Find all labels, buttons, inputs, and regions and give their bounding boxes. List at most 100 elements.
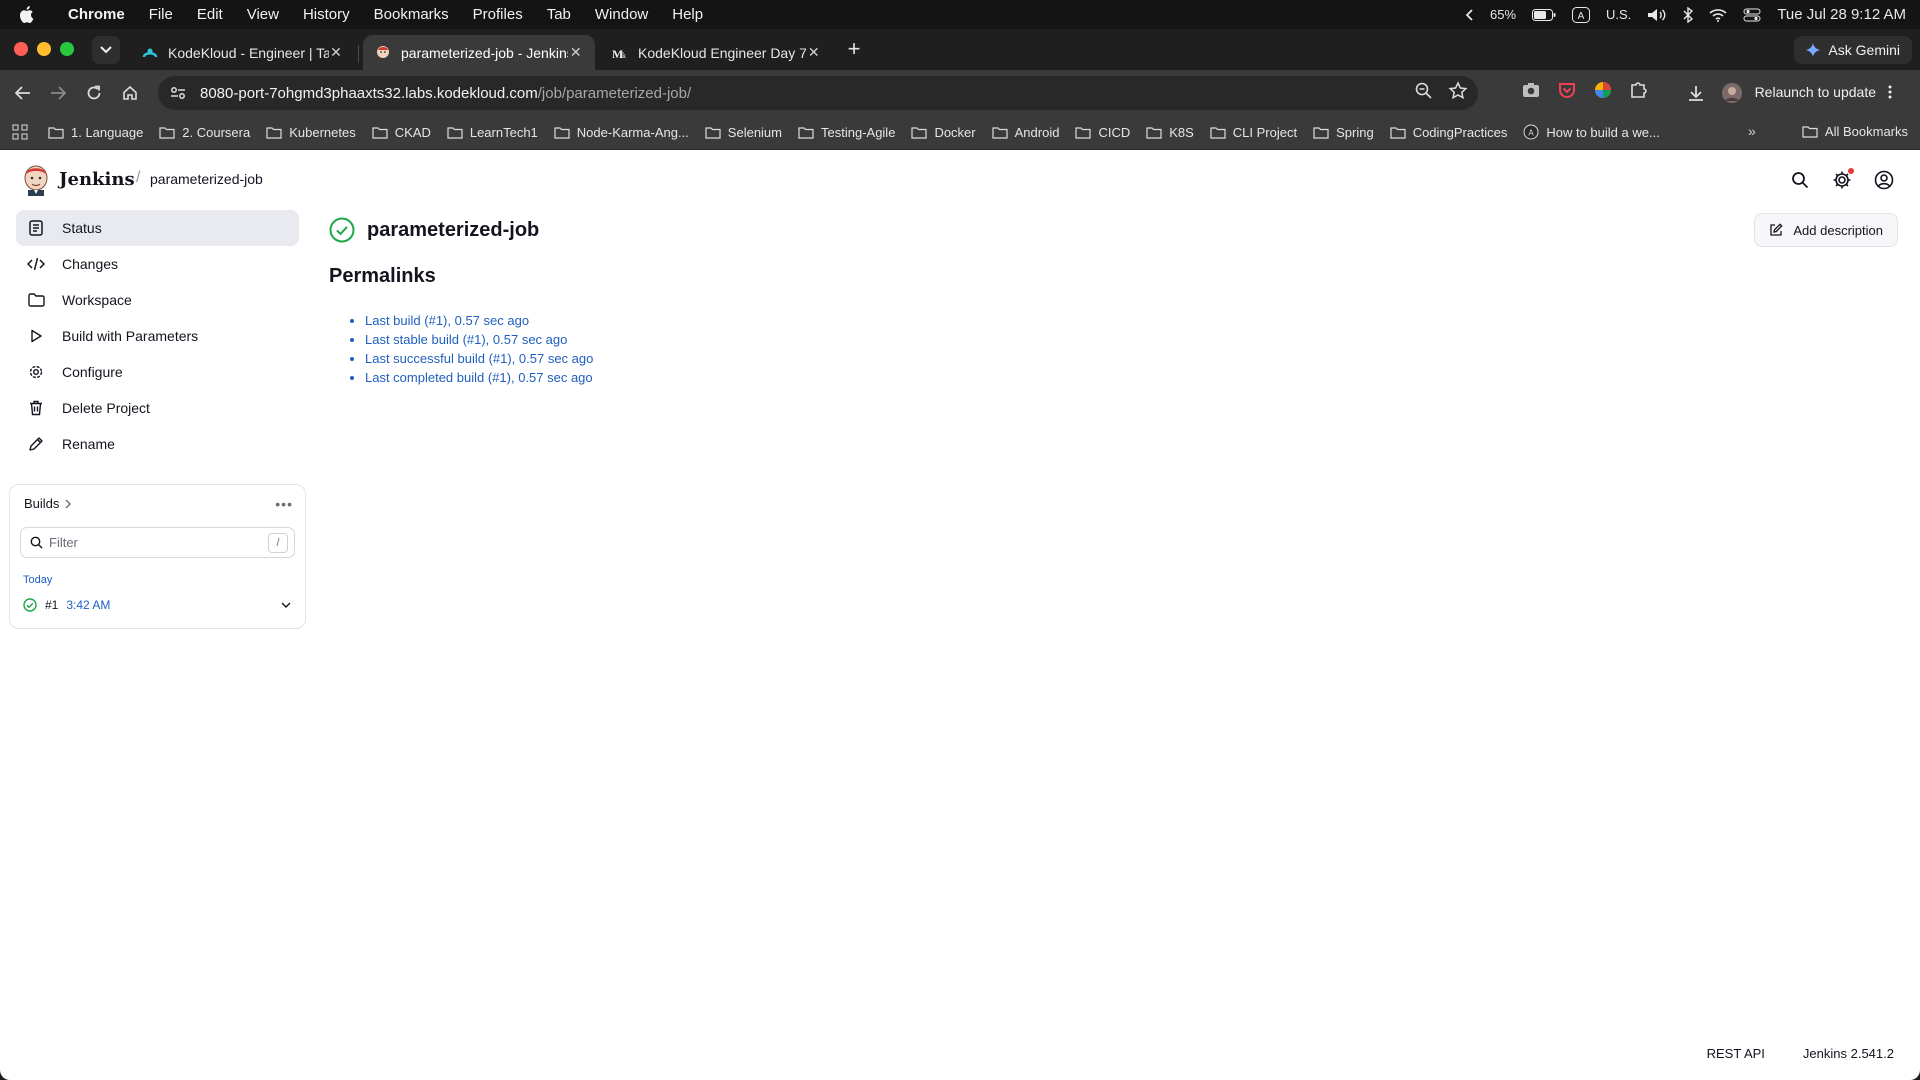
build-row[interactable]: #1 3:42 AM bbox=[23, 595, 293, 615]
bookmark-folder[interactable]: Testing-Agile bbox=[790, 125, 903, 140]
user-account-icon[interactable] bbox=[1872, 168, 1896, 192]
menu-edit[interactable]: Edit bbox=[185, 6, 235, 23]
more-options-icon[interactable]: ••• bbox=[275, 496, 293, 512]
menubar-clock[interactable]: Tue Jul 28 9:12 AM bbox=[1777, 6, 1906, 23]
build-time[interactable]: 3:42 AM bbox=[66, 598, 110, 612]
bookmark-folder[interactable]: 1. Language bbox=[40, 125, 151, 140]
relaunch-button[interactable]: Relaunch to update bbox=[1745, 76, 1902, 108]
bookmark-folder[interactable]: Android bbox=[984, 125, 1068, 140]
rest-api-link[interactable]: REST API bbox=[1707, 1046, 1765, 1061]
menu-help[interactable]: Help bbox=[660, 6, 715, 23]
sidebar-item-workspace[interactable]: Workspace bbox=[16, 282, 299, 318]
volume-icon[interactable] bbox=[1647, 8, 1667, 22]
site-info-icon[interactable] bbox=[166, 81, 190, 105]
menu-view[interactable]: View bbox=[235, 6, 291, 23]
sidebar-item-status[interactable]: Status bbox=[16, 210, 299, 246]
home-button[interactable] bbox=[116, 79, 144, 107]
chrome-toolbar: 8080-port-7ohgmd3phaaxts32.labs.kodeklou… bbox=[0, 70, 1920, 115]
window-minimize-button[interactable] bbox=[37, 42, 51, 56]
close-icon[interactable]: ✕ bbox=[329, 44, 343, 61]
menu-tab[interactable]: Tab bbox=[535, 6, 583, 23]
window-zoom-button[interactable] bbox=[60, 42, 74, 56]
builds-filter-field[interactable]: / bbox=[20, 527, 295, 558]
add-description-label: Add description bbox=[1793, 222, 1883, 238]
bookmark-folder[interactable]: Kubernetes bbox=[258, 125, 364, 140]
menu-file[interactable]: File bbox=[137, 6, 185, 23]
bookmark-folder[interactable]: CICD bbox=[1067, 125, 1138, 140]
jenkins-brand[interactable]: Jenkins bbox=[59, 169, 135, 190]
builds-filter-input[interactable] bbox=[49, 535, 249, 550]
bookmark-folder[interactable]: CLI Project bbox=[1202, 125, 1305, 140]
tab-search-button[interactable] bbox=[92, 36, 120, 64]
manage-jenkins-gear-icon[interactable] bbox=[1830, 168, 1854, 192]
bookmark-folder[interactable]: CodingPractices bbox=[1382, 125, 1516, 140]
sidebar-item-build-with-parameters[interactable]: Build with Parameters bbox=[16, 318, 299, 354]
chevron-down-icon[interactable] bbox=[281, 598, 291, 612]
new-tab-button[interactable]: + bbox=[843, 38, 865, 61]
reload-button[interactable] bbox=[80, 79, 108, 107]
bookmark-folder[interactable]: LearnTech1 bbox=[439, 125, 546, 140]
menu-window[interactable]: Window bbox=[583, 6, 660, 23]
breadcrumb-job[interactable]: parameterized-job bbox=[150, 171, 263, 187]
apps-grid-icon[interactable] bbox=[10, 122, 30, 142]
ask-gemini-button[interactable]: Ask Gemini bbox=[1794, 36, 1912, 64]
jenkins-logo-icon[interactable] bbox=[20, 163, 52, 197]
close-icon[interactable]: ✕ bbox=[568, 44, 583, 61]
builds-title-link[interactable]: Builds bbox=[24, 496, 72, 511]
permalink-last-completed-build[interactable]: Last completed build (#1), 0.57 sec ago bbox=[365, 370, 593, 385]
input-source-icon[interactable]: A bbox=[1572, 6, 1591, 23]
battery-icon[interactable] bbox=[1532, 8, 1556, 21]
chevron-left-icon[interactable] bbox=[1465, 8, 1474, 21]
downloads-button[interactable] bbox=[1682, 79, 1710, 107]
menu-app-name[interactable]: Chrome bbox=[56, 6, 137, 23]
bookmark-folder[interactable]: CKAD bbox=[364, 125, 439, 140]
bookmark-star-icon[interactable] bbox=[1448, 81, 1468, 106]
menu-profiles[interactable]: Profiles bbox=[461, 6, 535, 23]
zoom-icon[interactable] bbox=[1414, 81, 1434, 106]
add-description-button[interactable]: Add description bbox=[1754, 213, 1898, 247]
pocket-extension-icon[interactable] bbox=[1556, 79, 1578, 106]
bookmark-folder[interactable]: Docker bbox=[903, 125, 983, 140]
url-text[interactable]: 8080-port-7ohgmd3phaaxts32.labs.kodeklou… bbox=[200, 85, 691, 102]
back-button[interactable] bbox=[9, 79, 37, 107]
wifi-icon[interactable] bbox=[1709, 8, 1727, 22]
tab-medium-article[interactable]: Mk KodeKloud Engineer Day 72: ✕ bbox=[600, 35, 833, 70]
search-icon[interactable] bbox=[1788, 168, 1812, 192]
all-bookmarks-button[interactable]: All Bookmarks bbox=[1802, 124, 1908, 139]
control-center-icon[interactable] bbox=[1743, 8, 1761, 22]
home-icon bbox=[123, 85, 137, 100]
tab-kodekloud-task[interactable]: KodeKloud - Engineer | Task ✕ bbox=[130, 35, 355, 70]
tab-jenkins[interactable]: parameterized-job - Jenkins ✕ bbox=[363, 35, 595, 70]
bookmarks-overflow-button[interactable]: » bbox=[1748, 123, 1756, 139]
jenkins-version[interactable]: Jenkins 2.541.2 bbox=[1803, 1046, 1894, 1061]
input-source-label[interactable]: U.S. bbox=[1606, 7, 1631, 22]
menu-history[interactable]: History bbox=[291, 6, 362, 23]
bookmark-link[interactable]: A How to build a we... bbox=[1515, 124, 1667, 140]
close-icon[interactable]: ✕ bbox=[806, 44, 821, 61]
bookmark-folder[interactable]: Selenium bbox=[697, 125, 790, 140]
color-extension-icon[interactable] bbox=[1592, 79, 1614, 106]
sidebar-item-delete-project[interactable]: Delete Project bbox=[16, 390, 299, 426]
window-close-button[interactable] bbox=[14, 42, 28, 56]
sidebar-item-configure[interactable]: Configure bbox=[16, 354, 299, 390]
bookmark-folder[interactable]: 2. Coursera bbox=[151, 125, 258, 140]
profile-avatar[interactable] bbox=[1718, 79, 1746, 107]
sidebar-item-label: Status bbox=[62, 220, 102, 236]
status-icon bbox=[27, 219, 45, 237]
permalink-last-build[interactable]: Last build (#1), 0.57 sec ago bbox=[365, 313, 529, 328]
camera-extension-icon[interactable] bbox=[1520, 79, 1542, 106]
bookmark-folder[interactable]: Node-Karma-Ang... bbox=[546, 125, 697, 140]
bookmark-folder[interactable]: K8S bbox=[1138, 125, 1202, 140]
bluetooth-icon[interactable] bbox=[1683, 6, 1694, 23]
apple-menu-icon[interactable] bbox=[18, 4, 40, 26]
folder-icon bbox=[798, 126, 814, 139]
address-bar[interactable]: 8080-port-7ohgmd3phaaxts32.labs.kodeklou… bbox=[158, 76, 1478, 110]
menu-bookmarks[interactable]: Bookmarks bbox=[362, 6, 461, 23]
forward-button[interactable] bbox=[44, 79, 72, 107]
bookmark-folder[interactable]: Spring bbox=[1305, 125, 1382, 140]
permalink-last-stable-build[interactable]: Last stable build (#1), 0.57 sec ago bbox=[365, 332, 567, 347]
puzzle-extensions-icon[interactable] bbox=[1628, 79, 1650, 106]
permalink-last-successful-build[interactable]: Last successful build (#1), 0.57 sec ago bbox=[365, 351, 593, 366]
sidebar-item-changes[interactable]: Changes bbox=[16, 246, 299, 282]
sidebar-item-rename[interactable]: Rename bbox=[16, 426, 299, 462]
